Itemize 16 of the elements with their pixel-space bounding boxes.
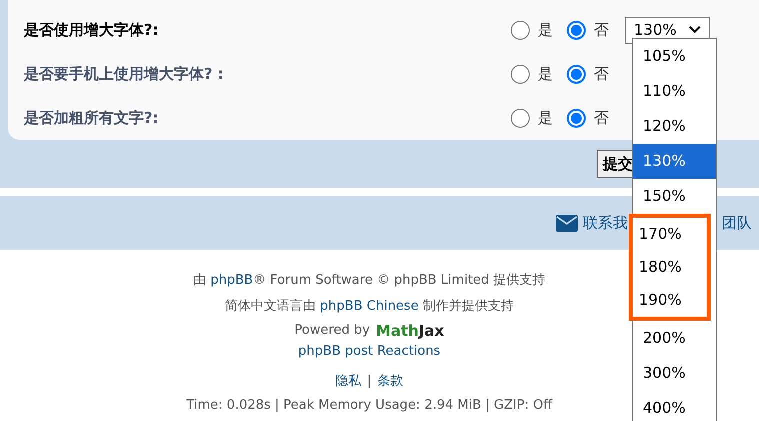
footer-text: 制作并提供支持 <box>422 298 514 316</box>
powered-by-text: Powered by <box>294 322 370 340</box>
footer-text: 简体中文语言由 <box>225 298 318 316</box>
radio-label: 否 <box>594 20 609 41</box>
stats-text: Time: 0.028s | Peak Memory Usage: 2.94 MiB | GZIP: Off <box>186 397 552 416</box>
radio-label: 是 <box>538 108 553 129</box>
footer-text: 由 <box>193 272 208 290</box>
radio-label: 是 <box>538 64 553 85</box>
radio-label: 是 <box>538 20 553 41</box>
setting-label: 是否要手机上使用增大字体? : <box>24 64 225 85</box>
radio-label: 否 <box>594 64 609 85</box>
radio-label: 否 <box>594 108 609 129</box>
setting-label: 是否使用增大字体?: <box>24 20 160 41</box>
setting-label: 是否加粗所有文字?: <box>24 108 160 129</box>
footer-text: ® Forum Software © phpBB Limited 提供支持 <box>253 272 546 290</box>
separator: | <box>367 373 372 392</box>
